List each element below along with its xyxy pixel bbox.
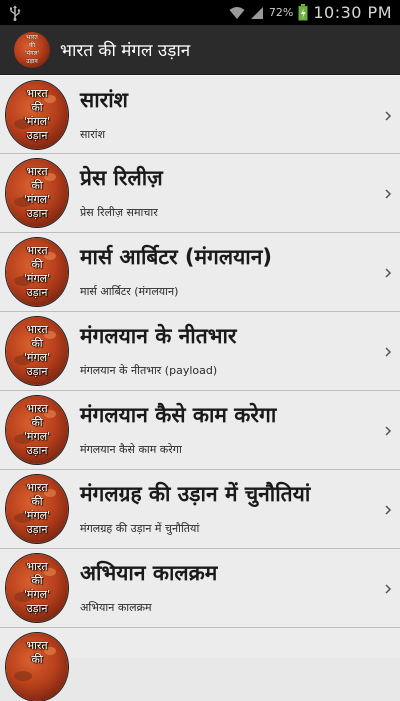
mars-thumbnail: भारत की 'मंगल' उड़ान: [6, 317, 68, 385]
battery-percent: 72%: [268, 6, 294, 19]
thumb-label-line: 'मंगल': [23, 430, 51, 443]
item-subtitle: सारांश: [80, 128, 106, 141]
item-title: मंगलयान के नीतभार: [80, 324, 237, 348]
thumb-label-line: 'मंगल': [23, 509, 51, 522]
app-icon-label-line: उड़ान: [26, 57, 38, 65]
mars-thumbnail: भारत की 'मंगल' उड़ान: [6, 475, 68, 543]
thumb-label-line: की: [31, 179, 43, 192]
list-item[interactable]: भारत की 'मंगल' उड़ान सारांश सारांश: [0, 75, 400, 154]
thumb-label-line: 'मंगल': [23, 193, 51, 206]
thumb-label-line: की: [31, 101, 43, 114]
chevron-right-icon: [385, 505, 392, 515]
item-subtitle: प्रेस रिलीज़ समाचार: [80, 206, 158, 219]
list-item[interactable]: भारत की: [0, 628, 400, 701]
list-item[interactable]: भारत की 'मंगल' उड़ान अभियान कालक्रम अभियान …: [0, 549, 400, 628]
item-subtitle: मार्स आर्बिटर (मंगलयान): [80, 285, 179, 298]
chevron-right-icon: [385, 268, 392, 278]
item-subtitle: मंगलग्रह की उड़ान में चुनौतियां: [80, 522, 200, 535]
mars-thumbnail: भारत की 'मंगल' उड़ान: [6, 554, 68, 622]
item-title: मंगलयान कैसे काम करेगा: [80, 403, 277, 427]
battery-charging-icon: [298, 4, 309, 21]
app-icon-label-line: 'मंगल': [24, 49, 40, 57]
list-item[interactable]: भारत की 'मंगल' उड़ान मंगलयान के नीतभार मंगल…: [0, 312, 400, 391]
thumb-label-line: उड़ान: [26, 365, 48, 378]
thumb-label-line: भारत: [26, 165, 48, 178]
thumb-label-line: उड़ान: [26, 207, 48, 220]
thumb-label-line: की: [31, 495, 43, 508]
mars-thumbnail: भारत की 'मंगल' उड़ान: [6, 81, 68, 149]
thumb-label-line: भारत: [26, 402, 48, 415]
chevron-right-icon: [385, 426, 392, 436]
mars-thumbnail: भारत की 'मंगल' उड़ान: [6, 396, 68, 464]
list-item[interactable]: भारत की 'मंगल' उड़ान मार्स आर्बिटर (मंगलयान…: [0, 233, 400, 312]
wifi-icon: [229, 6, 245, 19]
item-title: प्रेस रिलीज़: [80, 166, 163, 190]
thumb-label-line: उड़ान: [26, 286, 48, 299]
mars-thumbnail: भारत की: [6, 633, 68, 701]
chevron-right-icon: [385, 347, 392, 357]
mars-thumbnail: भारत की 'मंगल' उड़ान: [6, 238, 68, 306]
app-icon-label-line: की: [28, 41, 36, 49]
thumb-label-line: की: [31, 653, 43, 666]
item-title: अभियान कालक्रम: [80, 561, 218, 585]
thumb-label-line: उड़ान: [26, 602, 48, 615]
item-subtitle: मंगलयान के नीतभार (payload): [80, 364, 218, 377]
thumb-label-line: की: [31, 258, 43, 271]
thumb-label-line: भारत: [26, 87, 48, 100]
signal-icon: [250, 6, 263, 19]
clock: 10:30 PM: [313, 3, 392, 22]
item-title: मंगलग्रह की उड़ान में चुनौतियां: [80, 482, 311, 506]
menu-list: भारत की 'मंगल' उड़ान सारांश सारांश भारत की 'म…: [0, 75, 400, 701]
thumb-label-line: भारत: [26, 481, 48, 494]
list-item[interactable]: भारत की 'मंगल' उड़ान मंगलग्रह की उड़ान में …: [0, 470, 400, 549]
list-item[interactable]: भारत की 'मंगल' उड़ान प्रेस रिलीज़ प्रेस रिल…: [0, 154, 400, 233]
thumb-label-line: भारत: [26, 323, 48, 336]
status-bar: 72% 10:30 PM: [0, 0, 400, 25]
thumb-label-line: 'मंगल': [23, 272, 51, 285]
thumb-label-line: की: [31, 337, 43, 350]
chevron-right-icon: [385, 111, 392, 121]
thumb-label-line: भारत: [26, 244, 48, 257]
chevron-right-icon: [385, 189, 392, 199]
thumb-label-line: भारत: [26, 639, 48, 652]
app-icon-label-line: भारत: [26, 33, 38, 41]
thumb-label-line: 'मंगल': [23, 351, 51, 364]
thumb-label-line: की: [31, 416, 43, 429]
app-icon[interactable]: भारत की 'मंगल' उड़ान: [14, 31, 50, 68]
thumb-label-line: उड़ान: [26, 129, 48, 142]
thumb-label-line: उड़ान: [26, 523, 48, 536]
thumb-label-line: भारत: [26, 560, 48, 573]
thumb-label-line: की: [31, 574, 43, 587]
usb-icon: [10, 5, 21, 21]
list-item[interactable]: भारत की 'मंगल' उड़ान मंगलयान कैसे काम करेगा…: [0, 391, 400, 470]
item-subtitle: मंगलयान कैसे काम करेगा: [80, 443, 182, 456]
action-bar: भारत की 'मंगल' उड़ान भारत की मंगल उड़ान: [0, 25, 400, 75]
thumb-label-line: 'मंगल': [23, 588, 51, 601]
item-title: सारांश: [80, 88, 128, 112]
chevron-right-icon: [385, 584, 392, 594]
item-title: मार्स आर्बिटर (मंगलयान): [80, 245, 272, 269]
app-title: भारत की मंगल उड़ान: [60, 41, 191, 61]
mars-thumbnail: भारत की 'मंगल' उड़ान: [6, 159, 68, 227]
item-subtitle: अभियान कालक्रम: [80, 601, 152, 614]
thumb-label-line: उड़ान: [26, 444, 48, 457]
thumb-label-line: 'मंगल': [23, 115, 51, 128]
